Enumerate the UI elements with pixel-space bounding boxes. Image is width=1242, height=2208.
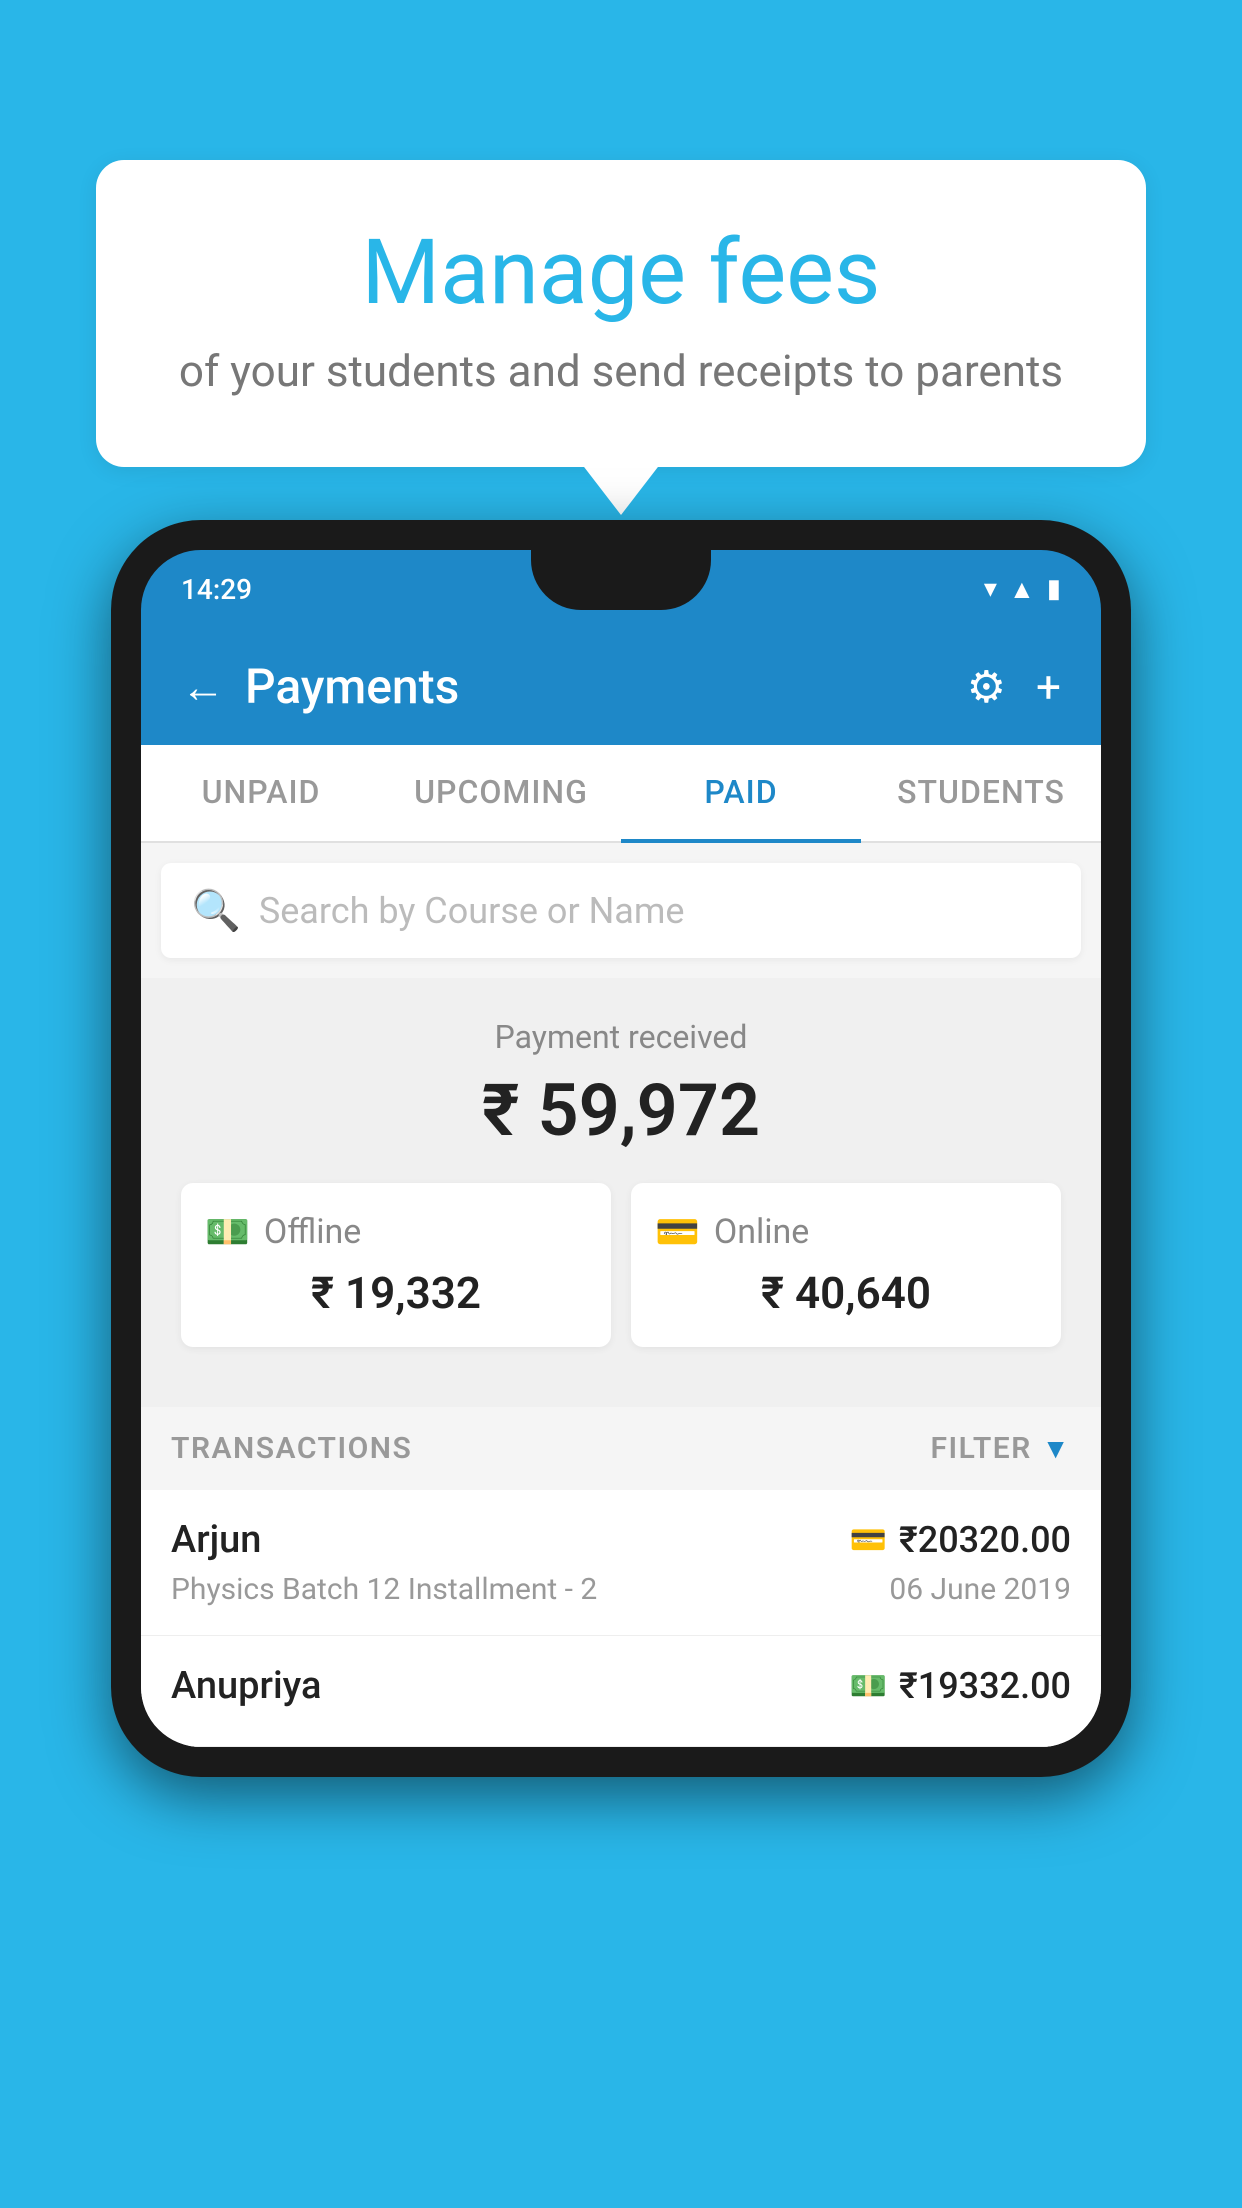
transaction-course: Physics Batch 12 Installment - 2	[171, 1572, 597, 1607]
phone-device: 14:29 ▾ ▲ ▮ ← Payments ⚙ +	[111, 520, 1131, 1777]
signal-icon: ▲	[1009, 574, 1035, 605]
bubble-title: Manage fees	[166, 220, 1076, 325]
card-payment-icon: 💳	[850, 1523, 887, 1558]
tab-unpaid[interactable]: UNPAID	[141, 745, 381, 841]
tab-upcoming[interactable]: UPCOMING	[381, 745, 621, 841]
online-payment-card: 💳 Online ₹ 40,640	[631, 1183, 1061, 1347]
transaction-row: Anupriya 💵 ₹19332.00	[141, 1636, 1101, 1747]
transaction-bottom: Physics Batch 12 Installment - 2 06 June…	[171, 1572, 1071, 1607]
transaction-top: Anupriya 💵 ₹19332.00	[171, 1664, 1071, 1708]
filter-button[interactable]: FILTER ▼	[931, 1431, 1071, 1466]
phone-wrapper: 14:29 ▾ ▲ ▮ ← Payments ⚙ +	[111, 520, 1131, 1777]
online-card-header: 💳 Online	[655, 1211, 1037, 1253]
payment-cards: 💵 Offline ₹ 19,332 💳 Online ₹ 40,640	[171, 1183, 1071, 1377]
header-left: ← Payments	[181, 658, 459, 715]
app-header: ← Payments ⚙ +	[141, 628, 1101, 745]
offline-icon: 💵	[205, 1211, 250, 1253]
transaction-name: Anupriya	[171, 1664, 321, 1708]
transaction-top: Arjun 💳 ₹20320.00	[171, 1518, 1071, 1562]
status-icons: ▾ ▲ ▮	[984, 574, 1061, 605]
add-button[interactable]: +	[1036, 661, 1061, 713]
payment-received-label: Payment received	[171, 1018, 1071, 1056]
search-bar[interactable]: 🔍 Search by Course or Name	[161, 863, 1081, 958]
transactions-header: TRANSACTIONS FILTER ▼	[141, 1407, 1101, 1490]
search-input[interactable]: Search by Course or Name	[259, 890, 685, 932]
transaction-name: Arjun	[171, 1518, 261, 1562]
transaction-amount-wrap: 💵 ₹19332.00	[850, 1665, 1071, 1707]
transaction-amount: ₹19332.00	[899, 1665, 1071, 1707]
speech-bubble: Manage fees of your students and send re…	[96, 160, 1146, 467]
transaction-row: Arjun 💳 ₹20320.00 Physics Batch 12 Insta…	[141, 1490, 1101, 1636]
status-time: 14:29	[181, 573, 252, 606]
header-title: Payments	[245, 658, 459, 715]
offline-label: Offline	[264, 1212, 361, 1252]
offline-payment-card: 💵 Offline ₹ 19,332	[181, 1183, 611, 1347]
search-icon: 🔍	[191, 887, 241, 934]
filter-label: FILTER	[931, 1431, 1032, 1466]
online-label: Online	[714, 1212, 810, 1252]
online-icon: 💳	[655, 1211, 700, 1253]
tab-students[interactable]: STUDENTS	[861, 745, 1101, 841]
transactions-label: TRANSACTIONS	[171, 1431, 412, 1466]
header-right: ⚙ +	[967, 661, 1061, 713]
transaction-amount: ₹20320.00	[899, 1519, 1071, 1561]
cash-payment-icon: 💵	[850, 1669, 887, 1704]
app-screen: ← Payments ⚙ + UNPAID UPCOMING PAID STUD…	[141, 628, 1101, 1747]
transaction-date: 06 June 2019	[889, 1572, 1071, 1607]
payment-summary: Payment received ₹ 59,972 💵 Offline ₹ 19…	[141, 978, 1101, 1407]
payment-total-amount: ₹ 59,972	[171, 1068, 1071, 1153]
battery-icon: ▮	[1047, 574, 1061, 604]
offline-amount: ₹ 19,332	[205, 1267, 587, 1319]
online-amount: ₹ 40,640	[655, 1267, 1037, 1319]
tab-paid[interactable]: PAID	[621, 745, 861, 843]
transaction-amount-wrap: 💳 ₹20320.00	[850, 1519, 1071, 1561]
tab-bar: UNPAID UPCOMING PAID STUDENTS	[141, 745, 1101, 843]
wifi-icon: ▾	[984, 574, 997, 604]
settings-button[interactable]: ⚙	[967, 661, 1006, 713]
filter-icon: ▼	[1042, 1432, 1071, 1465]
back-button[interactable]: ←	[181, 661, 225, 713]
offline-card-header: 💵 Offline	[205, 1211, 587, 1253]
bubble-subtitle: of your students and send receipts to pa…	[166, 345, 1076, 397]
status-bar: 14:29 ▾ ▲ ▮	[141, 550, 1101, 628]
